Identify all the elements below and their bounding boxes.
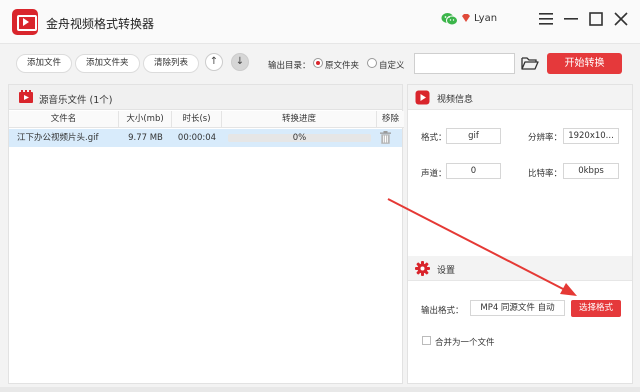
vip-diamond-icon	[462, 14, 470, 22]
gear-icon	[415, 261, 430, 276]
file-list-panel: 源音乐文件 (1个) 文件名 大小(mb) 时长(s) 转换进度 移除 江下办公…	[8, 84, 404, 384]
bitrate-label: 比特率：	[528, 169, 563, 179]
minimize-icon[interactable]	[561, 10, 581, 28]
radio-source-folder[interactable]	[313, 58, 323, 68]
app-title: 金舟视频格式转换器	[46, 17, 155, 31]
radio-source-folder-label[interactable]: 原文件夹	[325, 59, 359, 71]
output-dir-label: 输出目录：	[268, 61, 311, 71]
app-logo-icon	[12, 9, 38, 35]
bitrate-value: 0kbps	[563, 163, 619, 179]
video-info-icon	[415, 90, 430, 105]
channel-value: 0	[446, 163, 501, 179]
video-info-header: 视频信息	[408, 85, 632, 110]
wechat-icon[interactable]	[441, 12, 458, 26]
column-header-progress: 转换进度	[222, 111, 377, 128]
choose-format-button[interactable]: 选择格式	[571, 300, 621, 317]
file-size-cell: 9.77 MB	[128, 133, 163, 143]
folder-open-icon[interactable]	[521, 56, 539, 71]
move-up-button[interactable]: ↑	[205, 53, 223, 71]
status-bar	[0, 387, 640, 392]
column-header-duration: 时长(s)	[172, 111, 222, 128]
output-format-value: MP4 同源文件 自动	[470, 300, 565, 316]
file-duration-cell: 00:00:04	[177, 133, 217, 143]
merge-label[interactable]: 合并为一个文件	[435, 336, 495, 348]
clear-list-button[interactable]: 清除列表	[143, 54, 200, 73]
resolution-label: 分辨率：	[528, 133, 563, 143]
radio-custom[interactable]	[367, 58, 377, 68]
film-icon	[19, 90, 33, 103]
merge-checkbox[interactable]	[422, 336, 431, 345]
title-bar: 金舟视频格式转换器 Lyan	[0, 0, 640, 44]
settings-title: 设置	[437, 266, 456, 276]
file-list-header: 源音乐文件 (1个)	[9, 85, 402, 110]
file-name-cell: 江下办公视频片头.gif	[17, 133, 99, 143]
format-value: gif	[446, 128, 501, 144]
table-row[interactable]: 江下办公视频片头.gif 9.77 MB 00:00:04 0%	[9, 129, 402, 147]
add-folder-button[interactable]: 添加文件夹	[75, 54, 140, 73]
radio-custom-label[interactable]: 自定义	[379, 59, 405, 71]
close-icon[interactable]	[611, 10, 631, 28]
menu-icon[interactable]	[536, 10, 556, 28]
format-label: 格式：	[421, 133, 447, 143]
channel-label: 声道：	[421, 169, 447, 179]
column-header-remove: 移除	[377, 111, 404, 128]
toolbar: 添加文件 添加文件夹 清除列表 ↑ ↓ 输出目录： 原文件夹 自定义 开始转换	[0, 45, 640, 81]
file-list-title: 源音乐文件 (1个)	[39, 95, 113, 106]
video-info-title: 视频信息	[437, 95, 474, 105]
start-convert-button[interactable]: 开始转换	[547, 53, 622, 74]
settings-header: 设置	[408, 256, 632, 281]
column-header-name: 文件名	[9, 111, 119, 128]
output-path-input[interactable]	[414, 53, 515, 74]
trash-icon[interactable]	[380, 131, 391, 144]
resolution-value: 1920x10...	[563, 128, 619, 144]
progress-text: 0%	[292, 133, 307, 143]
output-format-label: 输出格式：	[421, 306, 464, 316]
add-file-button[interactable]: 添加文件	[16, 54, 73, 73]
user-name[interactable]: Lyan	[474, 13, 497, 24]
maximize-icon[interactable]	[586, 10, 606, 28]
column-header-size: 大小(mb)	[119, 111, 172, 128]
side-panel: 视频信息 格式： gif 分辨率： 1920x10... 声道： 0 比特率： …	[407, 84, 633, 384]
move-down-button[interactable]: ↓	[231, 53, 249, 71]
